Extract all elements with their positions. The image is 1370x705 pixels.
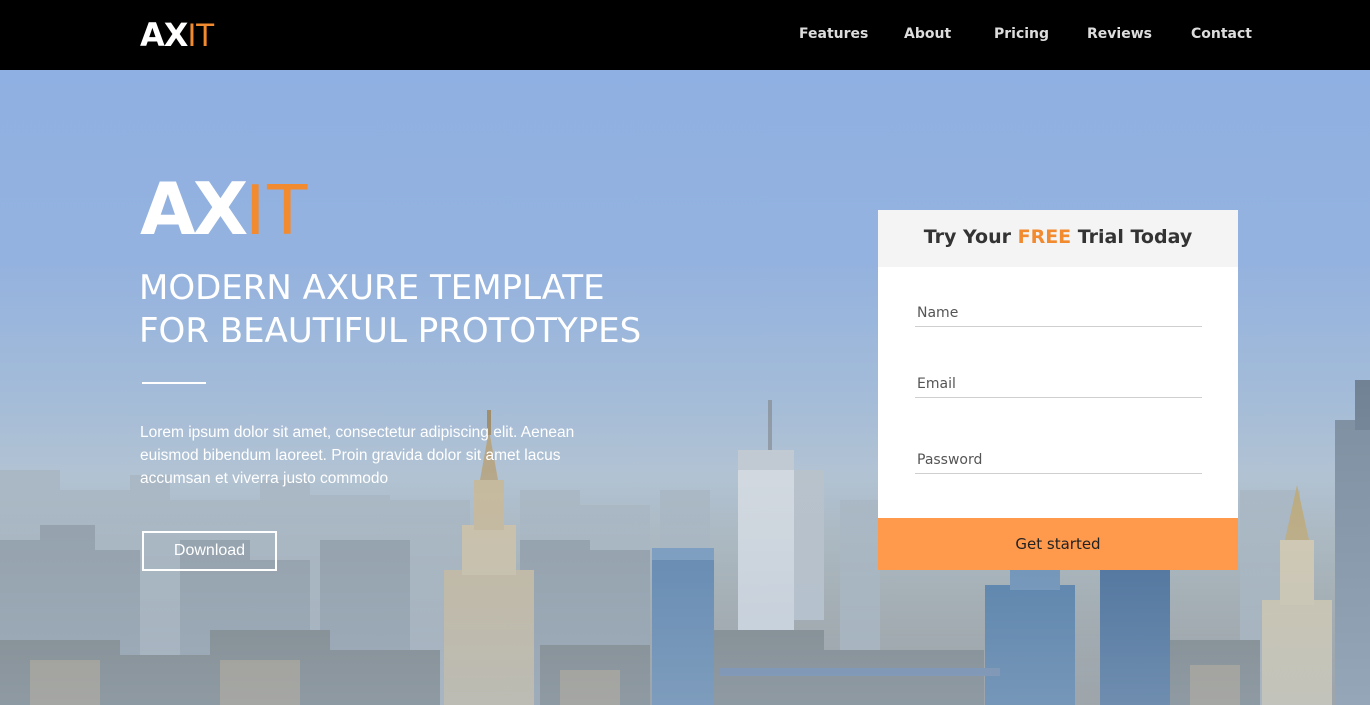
nav-link-about[interactable]: About — [904, 26, 951, 42]
top-navbar: AXIT Features About Pricing Reviews Cont… — [0, 0, 1370, 70]
title-free-accent: FREE — [1017, 226, 1072, 248]
hero-logo-accent: IT — [245, 170, 310, 250]
signup-form: Try Your FREE Trial Today Get started — [878, 210, 1238, 570]
hero-headline-line-2: FOR BEAUTIFUL PROTOTYPES — [139, 311, 642, 351]
name-input[interactable] — [915, 299, 1202, 327]
nav-link-features[interactable]: Features — [799, 26, 868, 42]
hero-logo-main: AX — [140, 167, 248, 251]
nav-link-reviews[interactable]: Reviews — [1087, 26, 1152, 42]
nav-link-pricing[interactable]: Pricing — [994, 26, 1049, 42]
hero-section: AXIT MODERN AXURE TEMPLATE FOR BEAUTIFUL… — [0, 70, 1370, 705]
title-prefix: Try Your — [923, 226, 1018, 248]
hero-headline: MODERN AXURE TEMPLATE FOR BEAUTIFUL PROT… — [139, 267, 759, 353]
download-button[interactable]: Download — [142, 531, 277, 571]
email-input[interactable] — [915, 370, 1202, 398]
nav-link-contact[interactable]: Contact — [1191, 26, 1252, 42]
hero-body-text: Lorem ipsum dolor sit amet, consectetur … — [140, 424, 575, 487]
password-input[interactable] — [915, 446, 1202, 474]
hero-logo: AXIT — [140, 172, 309, 247]
hero-headline-line-1: MODERN AXURE TEMPLATE — [139, 268, 605, 308]
signup-form-title: Try Your FREE Trial Today — [878, 210, 1238, 267]
logo-accent-text: IT — [187, 17, 214, 53]
hero-divider — [142, 382, 206, 384]
title-suffix: Trial Today — [1071, 226, 1193, 248]
navbar-logo[interactable]: AXIT — [140, 16, 215, 54]
get-started-button[interactable]: Get started — [878, 518, 1238, 570]
logo-main-text: AX — [140, 16, 188, 54]
